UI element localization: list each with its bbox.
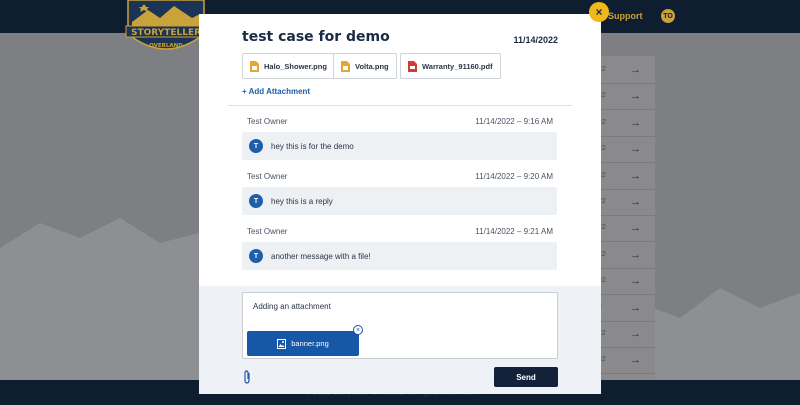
pdf-file-icon [408,60,417,72]
message-timestamp: 11/14/2022 – 9:20 AM [475,172,553,181]
pending-attachment-name: banner.png [291,339,329,348]
message-bubble: T another message with a file! [242,242,557,270]
message-bubble: T hey this is a reply [242,187,557,215]
send-button[interactable]: Send [494,367,558,387]
message-avatar: T [249,139,263,153]
remove-attachment-icon[interactable]: × [353,325,363,335]
arrow-right-icon: → [630,301,641,314]
add-attachment-link[interactable]: + Add Attachment [242,87,310,96]
message-author: Test Owner [247,117,288,126]
attachment-chip[interactable]: Warranty_91160.pdf [400,53,501,79]
image-icon [277,338,287,349]
message-input-text: Adding an attachment [253,302,331,311]
case-list-row: 22→ [598,348,655,375]
case-list-row: 2→ [598,296,655,322]
attachment-name: Warranty_91160.pdf [422,61,493,71]
message-avatar: T [249,194,263,208]
case-list-row: 22→ [598,243,655,269]
attachment-chip[interactable]: Halo_Shower.png [242,53,335,79]
case-list-row: 22→ [598,269,655,296]
arrow-right-icon: → [630,248,641,261]
case-list-row: 22→ [598,216,655,243]
case-modal: test case for demo 11/14/2022 Halo_Showe… [199,14,601,394]
arrow-right-icon: → [630,328,641,340]
message-author: Test Owner [247,172,288,181]
close-icon[interactable]: × [589,2,609,22]
image-file-icon [341,60,350,72]
message-timestamp: 11/14/2022 – 9:16 AM [475,117,553,126]
user-avatar[interactable]: TO [661,9,675,23]
case-list-row: 22→ [598,190,655,216]
case-list-row: 22→ [598,111,655,137]
arrow-right-icon: → [630,90,641,103]
nav-support-link[interactable]: Support [608,11,643,21]
case-list-row: 22→ [598,84,655,111]
case-list-row: 22→ [598,137,655,164]
arrow-right-icon: → [630,222,641,235]
attachment-name: Halo_Shower.png [264,61,327,71]
compose-area: Adding an attachment banner.png × Send [199,286,601,394]
message-timestamp: 11/14/2022 – 9:21 AM [475,227,553,236]
case-date: 11/14/2022 [513,35,558,45]
message-author: Test Owner [247,227,288,236]
case-title: test case for demo [242,29,390,45]
case-list-row: 22→ [598,322,655,348]
logo-subtext: OVERLAND [149,43,183,49]
message-input[interactable]: Adding an attachment banner.png × [242,292,558,359]
arrow-right-icon: → [630,64,641,76]
message-avatar: T [249,249,263,263]
arrow-right-icon: → [630,169,641,182]
arrow-right-icon: → [630,275,641,288]
attachment-name: Volta.png [355,61,389,71]
pending-attachment[interactable]: banner.png [247,331,359,356]
arrow-right-icon: → [630,116,641,129]
logo-text: STORYTELLER [131,28,201,38]
arrow-right-icon: → [630,196,641,208]
case-list-background: 22→22→22→22→22→22→22→22→22→2→22→22→22→ [598,56,655,380]
message-text: hey this is for the demo [271,142,354,151]
attachment-chip[interactable]: Volta.png [333,53,397,79]
divider [228,105,572,106]
arrow-right-icon: → [630,354,641,367]
case-list-row: 22→ [598,164,655,190]
message-text: another message with a file! [271,252,371,261]
storyteller-logo[interactable]: STORYTELLER OVERLAND [124,0,208,56]
arrow-right-icon: → [630,143,641,156]
case-list-row: 22→ [598,58,655,84]
message-bubble: T hey this is for the demo [242,132,557,160]
image-file-icon [250,60,259,72]
paperclip-icon[interactable] [242,370,252,384]
message-text: hey this is a reply [271,197,333,206]
